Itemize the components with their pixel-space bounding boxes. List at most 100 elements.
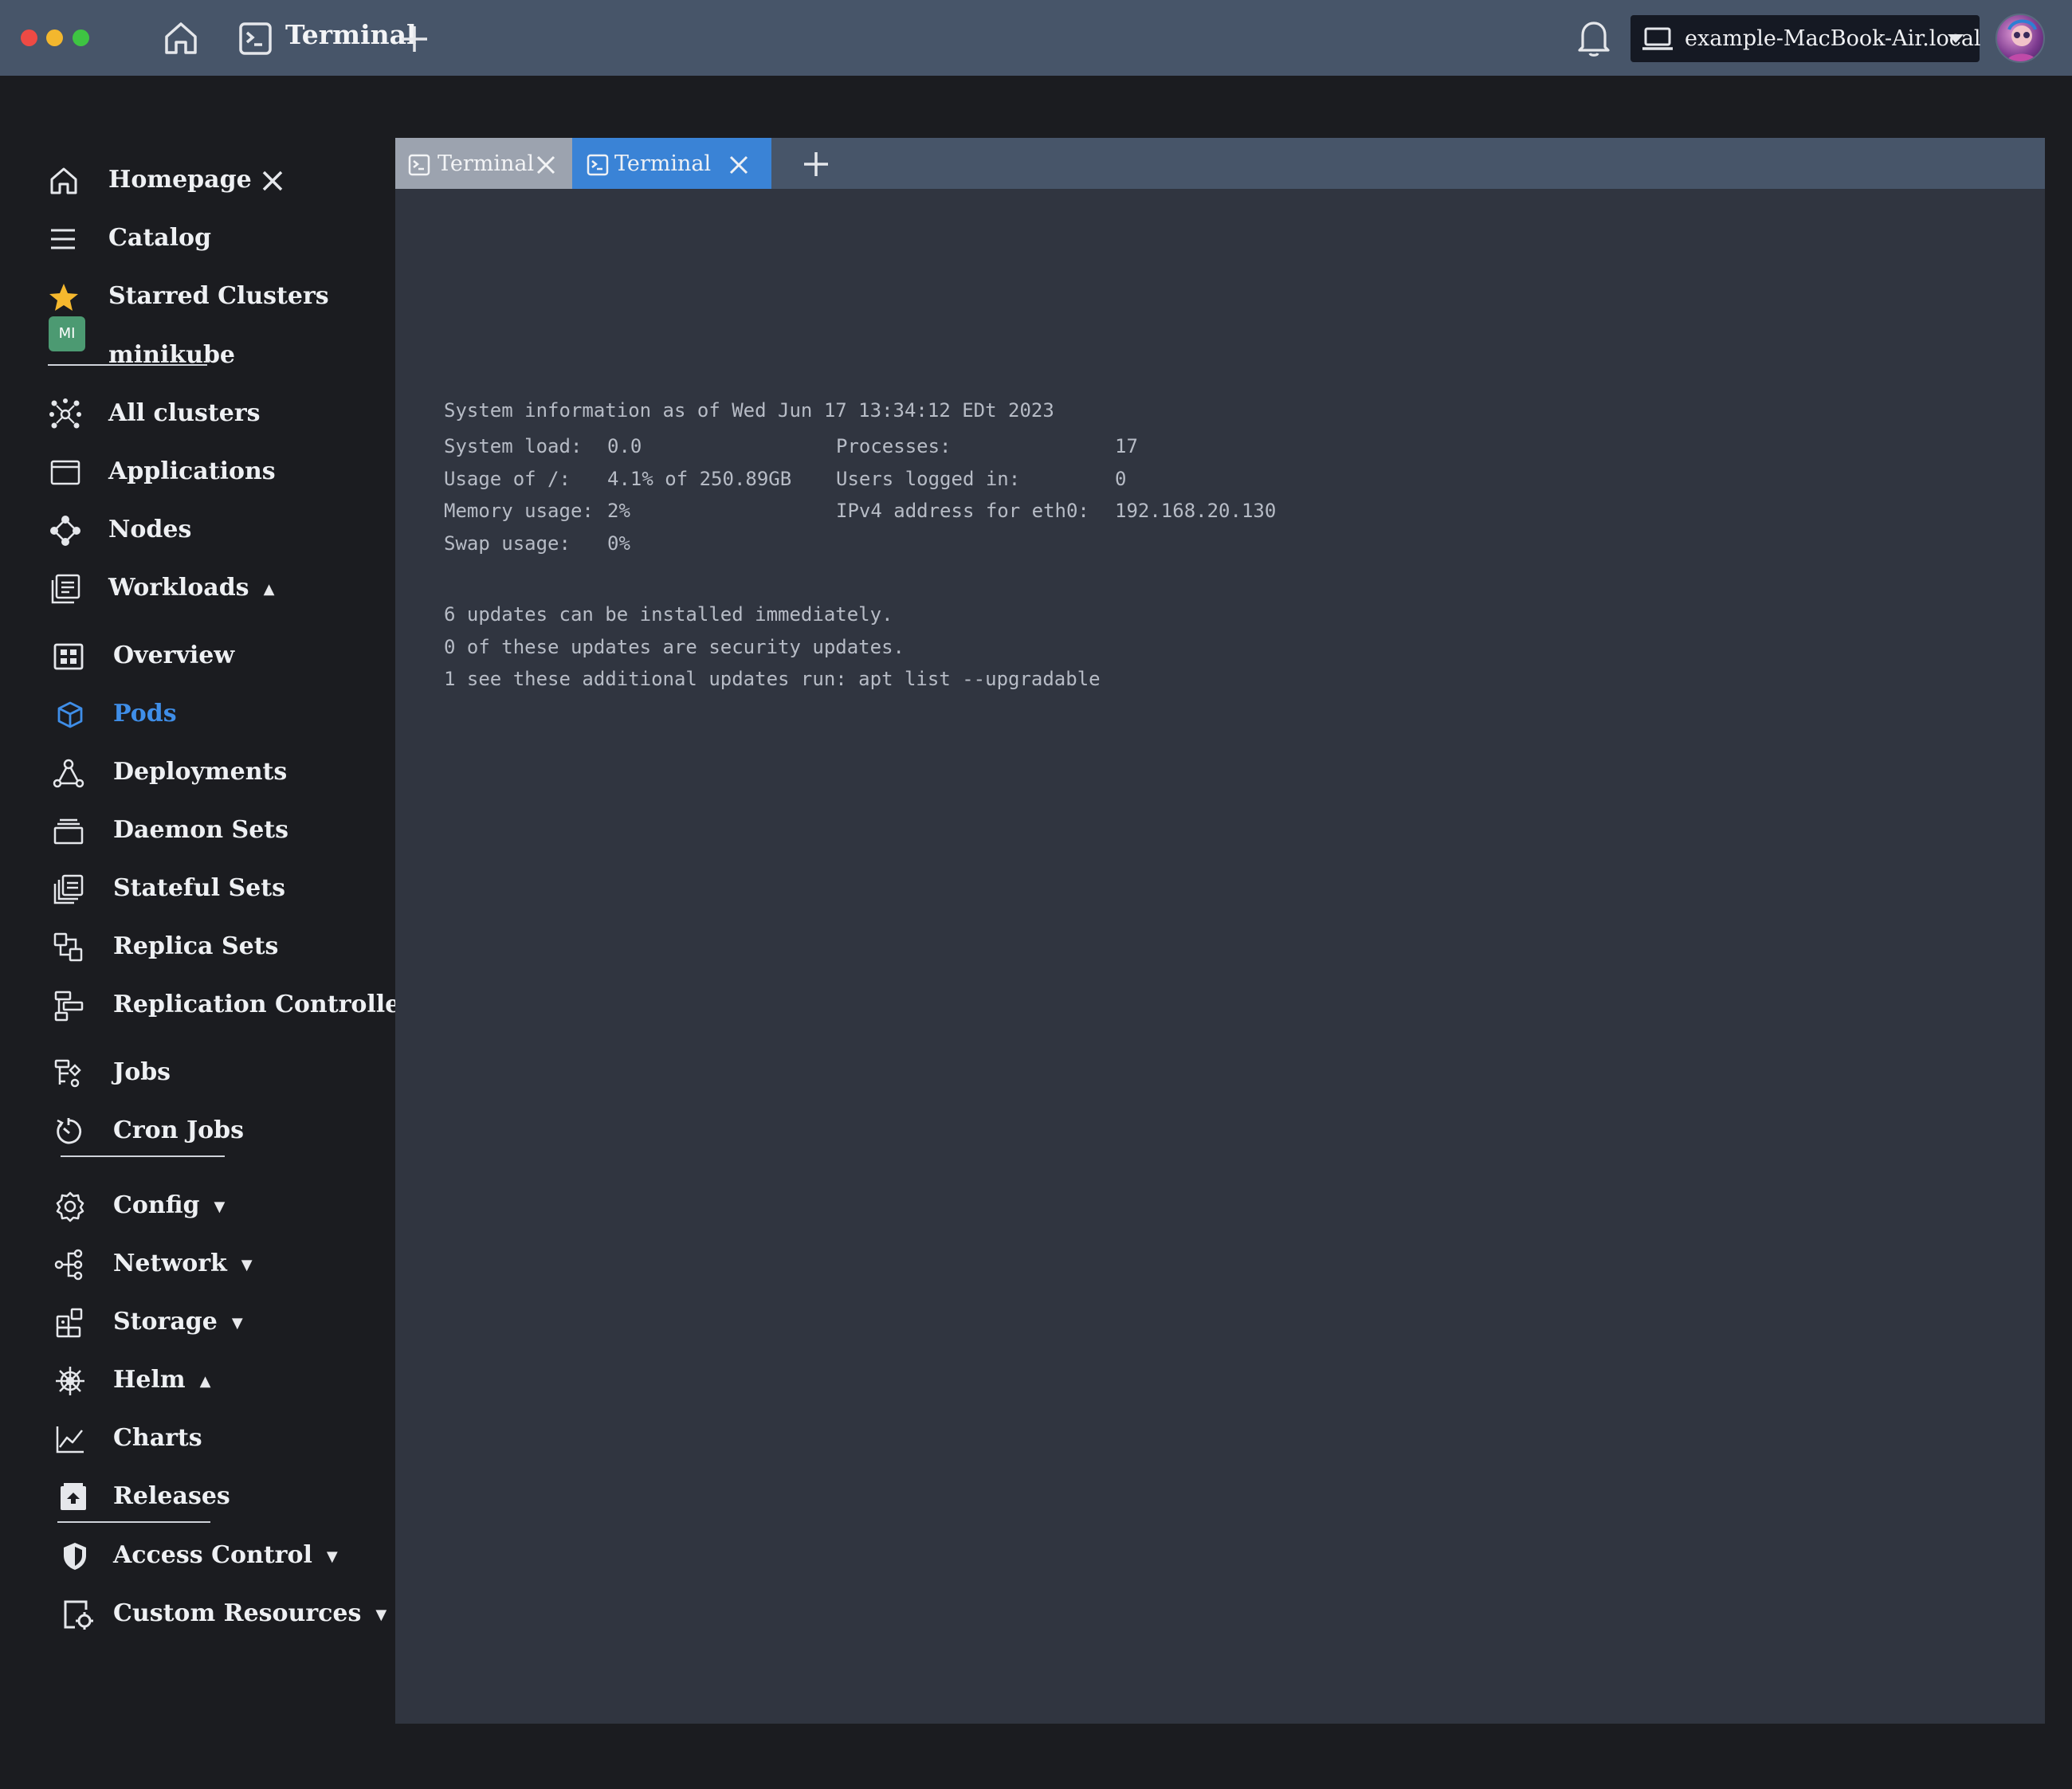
shield-icon: [64, 1543, 86, 1570]
chevron-down-icon: ▼: [241, 1256, 253, 1273]
sidebar-item-label: Charts: [113, 1424, 202, 1452]
menu-icon: [51, 229, 75, 249]
divider: [57, 1521, 210, 1523]
sidebar-item-pods[interactable]: Pods: [0, 689, 394, 737]
workloads-icon: [51, 574, 80, 604]
sidebar-item-label: Helm ▲: [113, 1366, 211, 1394]
usage-key: Usage of /:: [444, 468, 571, 490]
sidebar-item-label: Deployments: [113, 758, 288, 786]
sidebar-item-releases[interactable]: Releases: [0, 1472, 394, 1520]
swap-value: 0%: [607, 532, 630, 555]
close-icon[interactable]: [536, 155, 556, 175]
upload-box-icon: [61, 1483, 86, 1510]
tab-terminal-1[interactable]: Terminal: [395, 138, 572, 189]
sidebar-item-replica-sets[interactable]: Replica Sets: [0, 922, 394, 970]
sidebar-item-label: Access Control ▼: [113, 1541, 338, 1569]
layers-icon: [53, 818, 84, 845]
replica-sets-icon: [53, 932, 83, 962]
close-icon[interactable]: [261, 170, 284, 192]
sidebar-item-daemon-sets[interactable]: Daemon Sets: [0, 806, 394, 853]
updates-line: 1 see these additional updates run: apt …: [444, 668, 1101, 690]
sidebar-item-jobs[interactable]: Jobs: [0, 1048, 394, 1096]
zoom-window-button[interactable]: [73, 29, 89, 46]
chevron-down-icon: ▼: [326, 1548, 338, 1565]
title-bar: Terminal example-MacBook-Air.local: [0, 0, 2072, 76]
sidebar-item-label: Homepage: [108, 166, 252, 194]
avatar[interactable]: [1995, 14, 2045, 63]
sidebar-item-label: Daemon Sets: [113, 816, 289, 844]
chevron-down-icon: ▼: [231, 1314, 243, 1332]
sidebar-item-label: Custom Resources ▼: [113, 1599, 387, 1627]
sidebar-item-label: Catalog: [108, 224, 211, 252]
custom-resources-icon: [64, 1600, 93, 1630]
sidebar-item-label: Pods: [113, 700, 177, 728]
swap-key: Swap usage:: [444, 532, 571, 555]
chevron-up-icon: ▲: [199, 1372, 211, 1390]
sidebar-item-label: Nodes: [108, 516, 192, 543]
tab-label: Terminal: [438, 151, 535, 176]
chevron-down-icon: [1948, 34, 1964, 43]
chevron-down-icon: ▼: [375, 1606, 387, 1623]
sidebar-item-all-clusters[interactable]: All clusters: [0, 389, 394, 437]
timer-icon: [57, 1118, 82, 1144]
sidebar-item-deployments[interactable]: Deployments: [0, 747, 394, 795]
new-tab-plus-icon[interactable]: [803, 151, 830, 178]
stateful-sets-icon: [53, 874, 84, 904]
home-icon[interactable]: [163, 20, 199, 57]
sidebar: Homepage Catalog Starred Clusters miniku…: [0, 76, 426, 1789]
laptop-icon: [1642, 27, 1673, 50]
bell-icon[interactable]: [1576, 18, 1611, 58]
sidebar-item-storage[interactable]: Storage ▼: [0, 1297, 394, 1345]
jobs-icon: [54, 1059, 81, 1088]
close-window-button[interactable]: [21, 29, 37, 46]
sidebar-item-nodes[interactable]: Nodes: [0, 505, 394, 553]
sidebar-item-access-control[interactable]: Access Control ▼: [0, 1531, 394, 1579]
sidebar-item-label: Overview: [113, 641, 235, 669]
sidebar-item-network[interactable]: Network ▼: [0, 1239, 394, 1287]
sidebar-item-label: Stateful Sets: [113, 874, 285, 902]
tab-label: Terminal: [614, 151, 712, 176]
minimize-window-button[interactable]: [46, 29, 63, 46]
updates-line: 6 updates can be installed immediately.: [444, 603, 893, 626]
sidebar-item-label: Starred Clusters: [108, 282, 329, 310]
network-icon: [54, 1249, 83, 1281]
sidebar-item-homepage[interactable]: Homepage: [0, 155, 394, 203]
chevron-up-icon: ▲: [263, 580, 275, 598]
users-value: 0: [1115, 468, 1127, 490]
new-tab-plus-icon[interactable]: [400, 25, 429, 53]
sidebar-item-replication-controllers[interactable]: Replication Controllers: [0, 980, 426, 1028]
cluster-badge: MI: [49, 316, 85, 351]
terminal-panel: Terminal Terminal System information as: [395, 138, 2045, 1724]
divider: [61, 1155, 225, 1157]
sidebar-item-label: Cron Jobs: [113, 1116, 245, 1144]
memory-key: Memory usage:: [444, 500, 594, 522]
updates-line: 0 of these updates are security updates.: [444, 636, 905, 658]
sidebar-item-label: Config ▼: [113, 1191, 226, 1219]
cube-icon: [57, 701, 83, 728]
host-selector[interactable]: example-MacBook-Air.local: [1631, 15, 1981, 62]
sidebar-item-stateful-sets[interactable]: Stateful Sets: [0, 864, 394, 912]
sidebar-item-label: Replication Controllers: [113, 991, 426, 1018]
sidebar-item-starred-clusters[interactable]: Starred Clusters: [0, 272, 394, 320]
sidebar-item-catalog[interactable]: Catalog: [0, 214, 394, 261]
sidebar-item-charts[interactable]: Charts: [0, 1414, 394, 1461]
terminal-icon: [587, 154, 609, 176]
helm-wheel-icon: [56, 1367, 84, 1395]
nodes-icon: [50, 516, 80, 546]
sidebar-item-config[interactable]: Config ▼: [0, 1181, 394, 1229]
sidebar-item-workloads[interactable]: Workloads ▲: [0, 563, 394, 611]
gear-icon: [56, 1191, 84, 1222]
processes-value: 17: [1115, 435, 1138, 457]
sidebar-item-overview[interactable]: Overview: [0, 631, 394, 679]
tab-terminal-2[interactable]: Terminal: [572, 138, 771, 189]
ipv4-value: 192.168.20.130: [1115, 500, 1277, 522]
sys-load-value: 0.0: [607, 435, 642, 457]
sidebar-item-cron-jobs[interactable]: Cron Jobs: [0, 1106, 394, 1154]
close-icon[interactable]: [728, 155, 749, 175]
sidebar-item-helm[interactable]: Helm ▲: [0, 1355, 394, 1403]
window-icon: [50, 460, 80, 485]
sidebar-item-applications[interactable]: Applications: [0, 447, 394, 495]
dashboard-icon: [53, 643, 84, 670]
sidebar-item-custom-resources[interactable]: Custom Resources ▼: [0, 1589, 394, 1637]
chevron-down-icon: ▼: [214, 1198, 226, 1215]
